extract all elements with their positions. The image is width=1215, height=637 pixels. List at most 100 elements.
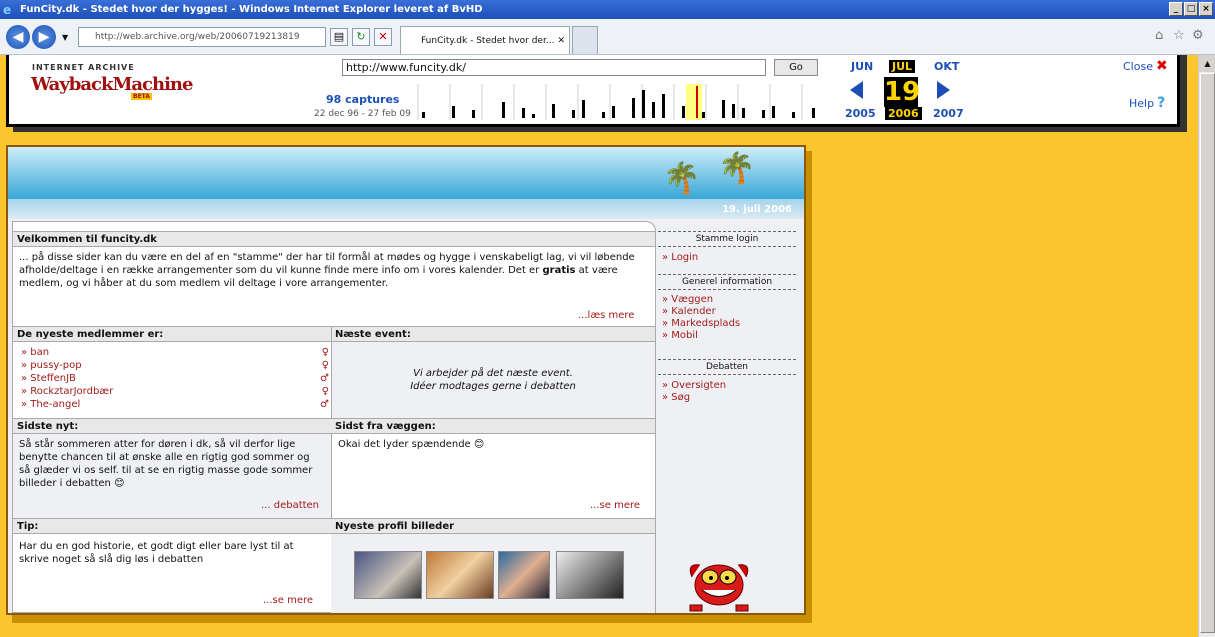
smiley-icon: 😊 <box>114 478 125 489</box>
sidebar-item-markedsplads[interactable]: » Markedsplads <box>662 318 740 330</box>
capture-bar[interactable] <box>652 102 655 118</box>
maximize-button[interactable]: □ <box>1184 2 1198 16</box>
forward-button[interactable]: ▶ <box>32 25 56 49</box>
captures-link[interactable]: 98 captures <box>326 93 399 106</box>
profile-photo[interactable] <box>426 551 494 599</box>
scroll-thumb[interactable] <box>1200 73 1215 633</box>
info-heading: Generel information <box>658 274 796 290</box>
capture-bar[interactable] <box>452 106 455 118</box>
read-more-link[interactable]: ...læs mere <box>578 310 634 321</box>
compat-view-icon[interactable]: ▤ <box>330 28 348 46</box>
scroll-up-icon[interactable]: ▲ <box>1199 55 1215 72</box>
minimize-button[interactable]: _ <box>1169 2 1183 16</box>
capture-bar[interactable] <box>602 112 605 118</box>
member-item[interactable]: » RockztarJordbær ♀ <box>21 386 329 398</box>
captures-range: 22 dec 96 - 27 feb 09 <box>314 109 411 119</box>
home-icon[interactable]: ⌂ <box>1155 28 1163 43</box>
wayback-logo[interactable]: WaybackMachine <box>31 74 193 95</box>
history-dropdown-icon[interactable]: ▼ <box>62 33 68 42</box>
capture-bar[interactable] <box>532 114 535 118</box>
profile-photo[interactable] <box>556 551 624 599</box>
member-item[interactable]: » pussy-pop ♀ <box>21 360 329 372</box>
member-item[interactable]: » The-angel ♂ <box>21 399 329 411</box>
capture-bar[interactable] <box>722 100 725 118</box>
capture-bar[interactable] <box>702 112 705 118</box>
palm-tree-icon: 🌴 <box>663 161 701 196</box>
month-next[interactable]: OKT <box>934 60 959 73</box>
browser-tab[interactable]: FunCity.dk - Stedet hvor der... ✕ <box>400 26 570 54</box>
profile-photo[interactable] <box>354 551 422 599</box>
member-name[interactable]: » The-angel <box>21 399 80 410</box>
ia-label: INTERNET ARCHIVE <box>32 63 135 72</box>
capture-bar[interactable] <box>772 106 775 118</box>
favorites-star-icon[interactable]: ☆ <box>1173 28 1185 43</box>
wall-heading: Sidst fra væggen: <box>331 418 655 434</box>
site-container: 🌴 🌴 19. juli 2006 Velkommen til funcity.… <box>6 145 806 615</box>
male-icon: ♂ <box>320 373 329 384</box>
member-name[interactable]: » pussy-pop <box>21 360 82 371</box>
female-icon: ♀ <box>321 386 329 397</box>
capture-bar[interactable] <box>792 112 795 118</box>
capture-bar[interactable] <box>472 110 475 118</box>
capture-bar[interactable] <box>642 90 645 118</box>
vertical-scrollbar[interactable]: ▲ <box>1198 55 1215 637</box>
address-bar[interactable]: http://web.archive.org/web/2006071921381… <box>78 27 326 47</box>
capture-bar[interactable] <box>812 108 815 118</box>
help-link[interactable]: Help? <box>1129 95 1165 111</box>
stop-icon[interactable]: ✕ <box>374 28 392 46</box>
profile-photo[interactable] <box>498 551 550 599</box>
event-line-1: Vi arbejder på det næste event. <box>413 368 573 379</box>
capture-bar[interactable] <box>522 108 525 118</box>
login-link[interactable]: » Login <box>662 252 698 264</box>
capture-bar[interactable] <box>742 108 745 118</box>
year-prev[interactable]: 2005 <box>845 107 876 120</box>
news-text: Så står sommeren atter for døren i dk, s… <box>19 438 315 490</box>
capture-sparkline[interactable] <box>414 84 834 120</box>
next-capture-arrow-icon[interactable] <box>937 81 950 99</box>
new-tab-button[interactable] <box>572 26 598 54</box>
refresh-icon[interactable]: ↻ <box>352 28 370 46</box>
capture-bar[interactable] <box>662 94 665 118</box>
tab-close-button[interactable]: ✕ <box>557 27 565 54</box>
wall-more-link[interactable]: ...se mere <box>590 500 640 511</box>
capture-bar[interactable] <box>502 102 505 118</box>
back-button[interactable]: ◀ <box>6 25 30 49</box>
female-icon: ♀ <box>321 360 329 371</box>
member-name[interactable]: » SteffenJB <box>21 373 76 384</box>
window-titlebar: e FunCity.dk - Stedet hvor der hygges! -… <box>0 0 1215 19</box>
wayback-url-input[interactable]: http://www.funcity.dk/ <box>342 59 766 76</box>
tab-title: FunCity.dk - Stedet hvor der... <box>421 36 555 46</box>
capture-bar[interactable] <box>582 100 585 118</box>
palm-tree-icon: 🌴 <box>718 151 756 186</box>
member-item[interactable]: » SteffenJB ♂ <box>21 373 329 385</box>
month-prev[interactable]: JUN <box>851 60 873 73</box>
sidebar-item-vaeggen[interactable]: » Væggen <box>662 294 713 306</box>
tools-gear-icon[interactable]: ⚙ <box>1192 28 1204 43</box>
debate-heading: Debatten <box>658 359 796 375</box>
capture-bar[interactable] <box>552 104 555 118</box>
sidebar-item-soeg[interactable]: » Søg <box>662 392 690 404</box>
help-label: Help <box>1129 97 1155 110</box>
go-button[interactable]: Go <box>774 59 818 76</box>
sidebar-item-oversigten[interactable]: » Oversigten <box>662 380 726 392</box>
capture-bar[interactable] <box>732 104 735 118</box>
capture-bar[interactable] <box>762 110 765 118</box>
date-bar <box>8 199 804 219</box>
capture-bar[interactable] <box>572 110 575 118</box>
capture-bar[interactable] <box>422 112 425 118</box>
member-name[interactable]: » RockztarJordbær <box>21 386 113 397</box>
close-window-button[interactable]: × <box>1199 2 1213 16</box>
close-toolbar-link[interactable]: Close ✖ <box>1123 58 1168 74</box>
year-next[interactable]: 2007 <box>933 107 964 120</box>
member-name[interactable]: » ban <box>21 347 49 358</box>
capture-bar[interactable] <box>682 106 685 118</box>
news-debate-link[interactable]: ... debatten <box>261 500 319 511</box>
capture-bar[interactable] <box>612 106 615 118</box>
capture-bar[interactable] <box>632 98 635 118</box>
login-heading: Stamme login <box>658 231 796 247</box>
tip-more-link[interactable]: ...se mere <box>263 595 313 606</box>
prev-capture-arrow-icon[interactable] <box>850 81 863 99</box>
member-item[interactable]: » ban ♀ <box>21 347 329 359</box>
sidebar-item-mobil[interactable]: » Mobil <box>662 330 698 342</box>
sidebar-item-kalender[interactable]: » Kalender <box>662 306 716 318</box>
